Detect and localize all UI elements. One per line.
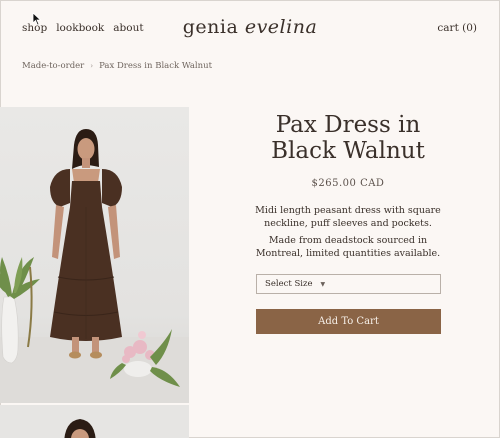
- product-description-paragraph: Midi length peasant dress with square ne…: [255, 205, 441, 229]
- product-photo-illustration: [0, 129, 189, 403]
- product-title-line2: Black Walnut: [271, 138, 425, 164]
- product-photo-secondary-illustration: [64, 419, 96, 438]
- breadcrumb-current: Pax Dress in Black Walnut: [99, 61, 212, 71]
- chevron-down-icon: ▼: [320, 280, 326, 288]
- breadcrumb: Made-to-order › Pax Dress in Black Walnu…: [22, 61, 212, 71]
- brand-name-first: genia: [182, 16, 239, 38]
- breadcrumb-parent-link[interactable]: Made-to-order: [22, 61, 84, 71]
- add-to-cart-button[interactable]: Add To Cart: [256, 309, 441, 334]
- product-image-secondary[interactable]: [0, 405, 189, 438]
- size-select[interactable]: Select Size ▼: [256, 274, 441, 294]
- product-title-line1: Pax Dress in: [275, 112, 421, 138]
- product-image-main[interactable]: [0, 107, 189, 403]
- product-description-paragraph: Made from deadstock sourced in Montreal,…: [255, 235, 441, 259]
- product-description: Midi length peasant dress with square ne…: [245, 204, 451, 260]
- product-price: $265.00 CAD: [311, 178, 385, 189]
- brand-logo[interactable]: genia evelina: [0, 16, 500, 38]
- cart-link[interactable]: cart (0): [437, 22, 477, 34]
- breadcrumb-separator-icon: ›: [90, 62, 94, 70]
- brand-name-second: evelina: [244, 16, 318, 38]
- product-title: Pax Dress in Black Walnut: [255, 112, 441, 164]
- size-select-label: Select Size: [265, 279, 313, 289]
